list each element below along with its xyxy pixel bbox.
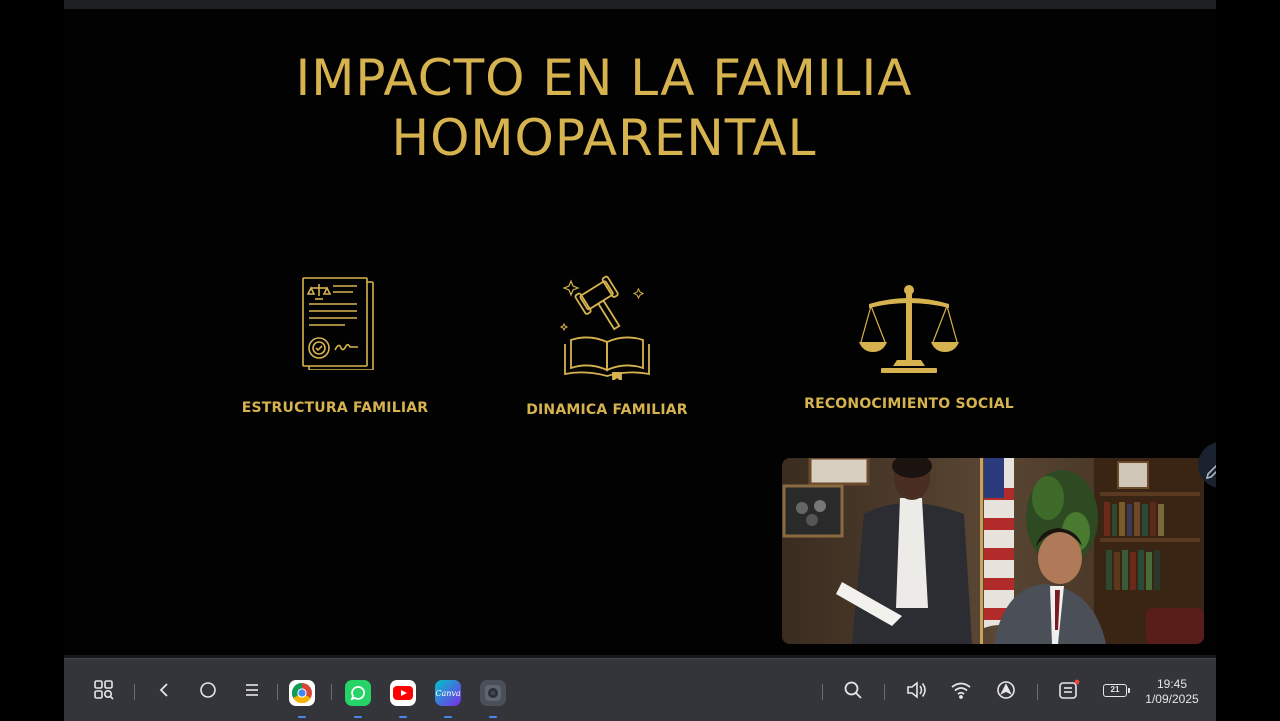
- whatsapp-icon: [350, 686, 365, 701]
- clock-date: 1/09/2025: [1145, 692, 1199, 706]
- search-icon: [844, 681, 862, 699]
- presentation-slide: IMPACTO EN LA FAMILIA HOMOPARENTAL ESTRU…: [64, 0, 1216, 658]
- camera-app-icon: [485, 685, 501, 701]
- apps-search-icon: [94, 680, 114, 700]
- clock[interactable]: 19:45 1/09/2025: [1128, 677, 1216, 707]
- whatsapp-app[interactable]: [345, 680, 371, 706]
- slide-title-line1: IMPACTO EN LA FAMILIA: [295, 49, 913, 107]
- volume-button[interactable]: [901, 675, 931, 705]
- volume-icon: [907, 681, 926, 699]
- feature-label: ESTRUCTURA FAMILIAR: [241, 400, 429, 416]
- chrome-app[interactable]: [289, 680, 315, 706]
- pen-icon: [1205, 464, 1216, 480]
- search-button[interactable]: [838, 675, 868, 705]
- back-icon: [159, 683, 168, 697]
- feature-label: RECONOCIMIENTO SOCIAL: [804, 396, 1014, 412]
- taskbar-separator: [884, 684, 885, 700]
- battery-level: 21: [1110, 685, 1120, 694]
- slide-title-line2: HOMOPARENTAL: [391, 109, 817, 167]
- apps-search-button[interactable]: [89, 675, 119, 705]
- video-overlay[interactable]: [782, 458, 1204, 644]
- home-button[interactable]: [193, 675, 223, 705]
- taskbar-separator: [134, 684, 135, 700]
- navigation-icon: [997, 681, 1015, 699]
- scales-of-justice-icon: [859, 285, 959, 373]
- legal-office-video-thumbnail: [782, 458, 1204, 644]
- back-button[interactable]: [150, 675, 180, 705]
- wifi-button[interactable]: [946, 675, 976, 705]
- camera-app[interactable]: [480, 680, 506, 706]
- youtube-app[interactable]: [390, 680, 416, 706]
- home-icon: [200, 682, 216, 698]
- taskbar-separator: [1037, 684, 1038, 700]
- feature-reconocimiento-social: RECONOCIMIENTO SOCIAL: [779, 270, 1039, 412]
- pen-tool-tab[interactable]: [1198, 442, 1216, 488]
- battery-icon: 21: [1103, 683, 1130, 697]
- running-indicator: [444, 716, 452, 718]
- youtube-icon: [393, 686, 413, 700]
- canva-icon: Canva: [435, 688, 461, 698]
- running-indicator: [399, 716, 407, 718]
- feature-estructura-familiar: ESTRUCTURA FAMILIAR: [205, 270, 465, 416]
- chrome-icon: [291, 682, 312, 704]
- running-indicator: [354, 716, 362, 718]
- recents-icon: [246, 684, 258, 696]
- taskbar: Canva 21 19:45 1/09/2025: [64, 658, 1216, 721]
- wifi-icon: [951, 682, 971, 699]
- slide-title: IMPACTO EN LA FAMILIA HOMOPARENTAL: [64, 48, 1144, 168]
- running-indicator: [298, 716, 306, 718]
- navigation-button[interactable]: [991, 675, 1021, 705]
- notifications-icon: [1059, 679, 1080, 699]
- slide-top-bar: [64, 0, 1216, 9]
- taskbar-separator: [331, 684, 332, 700]
- gavel-book-icon: [559, 275, 650, 380]
- notifications-button[interactable]: [1054, 675, 1084, 705]
- running-indicator: [489, 716, 497, 718]
- taskbar-separator: [822, 684, 823, 700]
- canva-app[interactable]: Canva: [435, 680, 461, 706]
- battery-indicator[interactable]: 21: [1098, 675, 1132, 705]
- feature-dinamica-familiar: DINAMICA FAMILIAR: [477, 270, 737, 418]
- taskbar-separator: [277, 684, 278, 700]
- recents-button[interactable]: [237, 675, 267, 705]
- clock-time: 19:45: [1156, 677, 1188, 691]
- legal-document-icon: [302, 277, 374, 370]
- feature-label: DINAMICA FAMILIAR: [526, 402, 688, 418]
